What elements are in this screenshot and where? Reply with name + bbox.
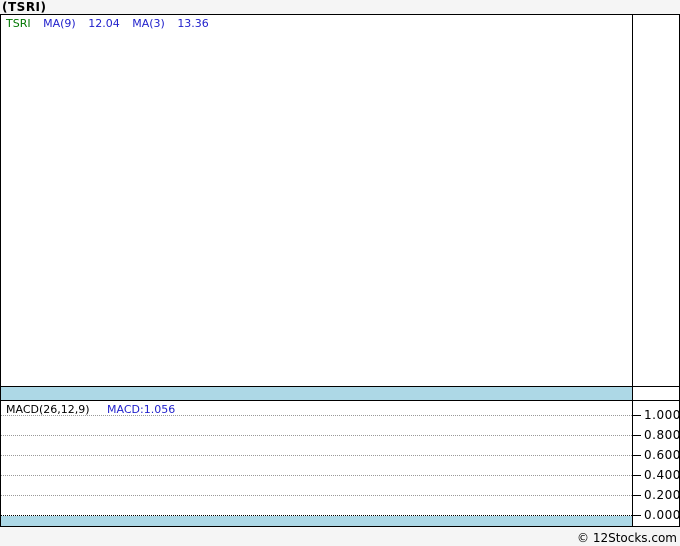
axis-label: 0.200 bbox=[644, 488, 680, 502]
axis-tick bbox=[633, 435, 641, 436]
axis-label: 0.800 bbox=[644, 428, 680, 442]
date-axis-band-lower bbox=[1, 516, 632, 526]
panel-separator-line-bottom bbox=[1, 400, 679, 401]
axis-tick bbox=[633, 515, 641, 516]
axis-label: 0.600 bbox=[644, 448, 680, 462]
axis-tick bbox=[633, 455, 641, 456]
gridline-0.200 bbox=[1, 495, 632, 496]
ma9-value: 12.04 bbox=[88, 17, 120, 30]
symbol-label: TSRI bbox=[6, 17, 31, 30]
page-title: (TSRI) bbox=[2, 0, 47, 14]
axis-tick bbox=[633, 495, 641, 496]
axis-label: 1.000 bbox=[644, 408, 680, 422]
axis-divider-line bbox=[632, 15, 633, 526]
ma3-label: MA(3) bbox=[132, 17, 165, 30]
date-axis-band-upper bbox=[1, 387, 632, 400]
axis-tick bbox=[633, 475, 641, 476]
watermark: © 12Stocks.com bbox=[577, 531, 677, 545]
ma3-value: 13.36 bbox=[177, 17, 209, 30]
gridline-0.800 bbox=[1, 435, 632, 436]
axis-tick bbox=[633, 415, 641, 416]
gridline-0.600 bbox=[1, 455, 632, 456]
chart-frame: TSRI MA(9) 12.04 MA(3) 13.36 MACD(26,12,… bbox=[0, 14, 680, 527]
stock-chart-page: (TSRI) TSRI MA(9) 12.04 MA(3) 13.36 MACD… bbox=[0, 0, 680, 546]
gridline-1.000 bbox=[1, 415, 632, 416]
gridline-0.400 bbox=[1, 475, 632, 476]
main-chart-legend: TSRI MA(9) 12.04 MA(3) 13.36 bbox=[6, 17, 218, 30]
axis-label: 0.400 bbox=[644, 468, 680, 482]
ma9-label: MA(9) bbox=[43, 17, 76, 30]
axis-label: 0.000 bbox=[644, 508, 680, 522]
